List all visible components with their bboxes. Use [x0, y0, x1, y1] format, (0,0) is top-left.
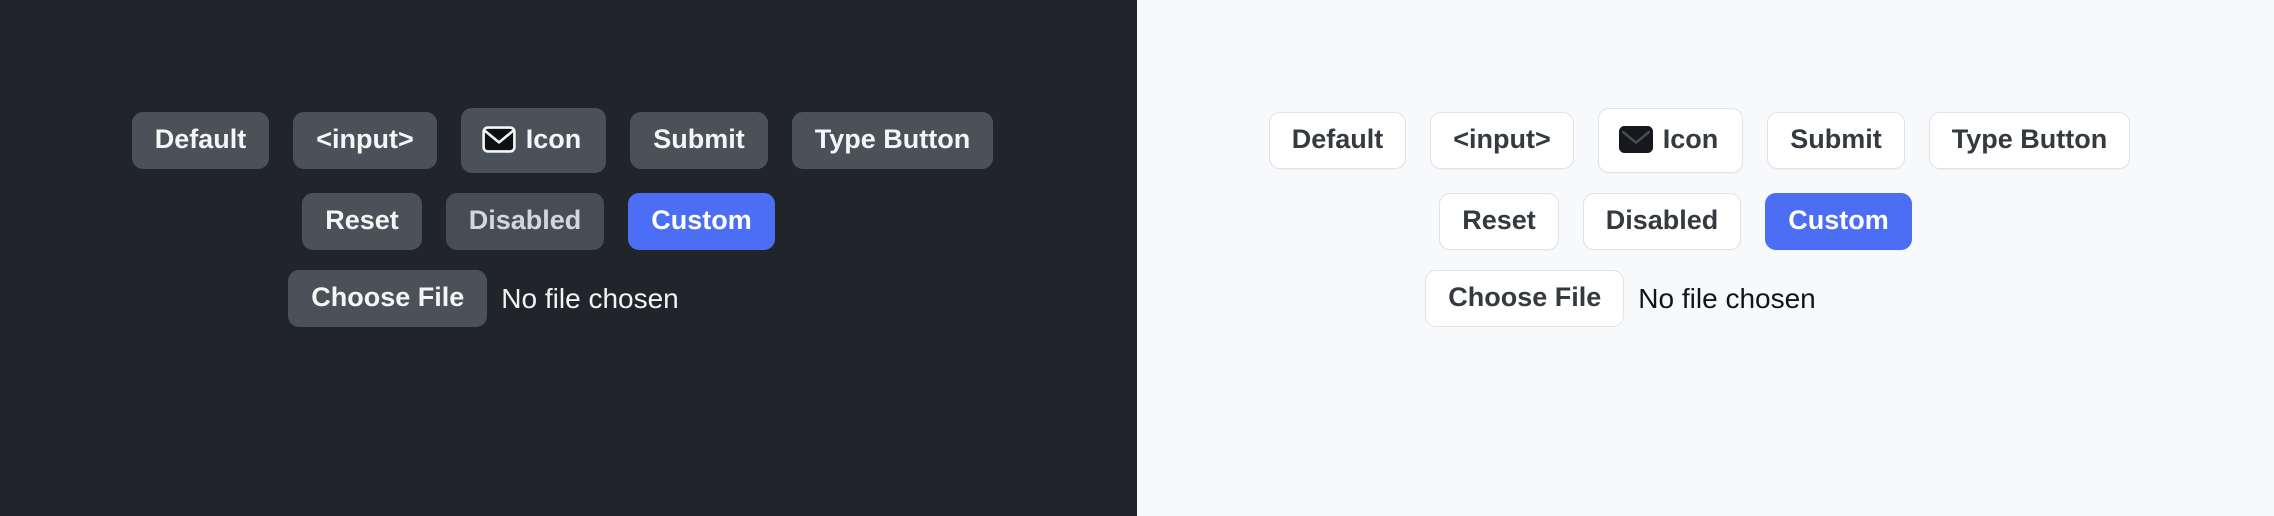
- custom-button[interactable]: Custom: [1765, 193, 1912, 250]
- type-button[interactable]: Type Button: [1928, 112, 2131, 169]
- submit-button-label: Submit: [653, 124, 745, 154]
- reset-button-label: Reset: [1462, 205, 1536, 235]
- default-button-label: Default: [1291, 124, 1384, 154]
- custom-button-label: Custom: [651, 205, 752, 235]
- custom-button[interactable]: Custom: [628, 193, 775, 250]
- light-button-rows: Default <input> Icon Submit Type Button …: [1137, 0, 2274, 347]
- light-button-row-1: Default <input> Icon Submit Type Button: [1137, 108, 2274, 173]
- choose-file-button[interactable]: Choose File: [288, 270, 488, 327]
- light-button-row-2: Reset Disabled Custom: [1137, 193, 2274, 250]
- type-button-label: Type Button: [1951, 124, 2108, 154]
- disabled-button: Disabled: [1582, 193, 1742, 250]
- icon-button-label: Icon: [525, 124, 582, 154]
- type-button[interactable]: Type Button: [791, 112, 994, 169]
- submit-button-label: Submit: [1790, 124, 1882, 154]
- light-theme-panel: Default <input> Icon Submit Type Button …: [1137, 0, 2274, 516]
- disabled-button-label: Disabled: [1605, 205, 1719, 235]
- button-showcase: Default <input> Icon Submit Type Button …: [0, 0, 2274, 516]
- file-status-text: No file chosen: [1638, 282, 1816, 314]
- custom-button-label: Custom: [1788, 205, 1889, 235]
- reset-button[interactable]: Reset: [1439, 193, 1559, 250]
- default-button-label: Default: [154, 124, 247, 154]
- icon-button[interactable]: Icon: [460, 108, 607, 173]
- dark-button-row-1: Default <input> Icon Submit Type Button: [0, 108, 1137, 173]
- light-button-row-3: Choose File No file chosen: [1137, 270, 2274, 327]
- choose-file-button[interactable]: Choose File: [1425, 270, 1625, 327]
- submit-button[interactable]: Submit: [1767, 112, 1905, 169]
- input-button-label: <input>: [316, 124, 414, 154]
- type-button-label: Type Button: [814, 124, 971, 154]
- dark-button-rows: Default <input> Icon Submit Type Button …: [0, 0, 1137, 347]
- input-button-label: <input>: [1453, 124, 1551, 154]
- envelope-icon: [482, 126, 516, 153]
- dark-button-row-2: Reset Disabled Custom: [0, 193, 1137, 250]
- input-button[interactable]: <input>: [293, 112, 437, 169]
- disabled-button-label: Disabled: [468, 205, 582, 235]
- disabled-button: Disabled: [445, 193, 605, 250]
- envelope-icon: [1618, 126, 1653, 153]
- file-input[interactable]: Choose File No file chosen: [1425, 270, 1816, 327]
- input-button[interactable]: <input>: [1430, 112, 1574, 169]
- dark-button-row-3: Choose File No file chosen: [0, 270, 1137, 327]
- dark-theme-panel: Default <input> Icon Submit Type Button …: [0, 0, 1137, 516]
- file-status-text: No file chosen: [501, 282, 679, 314]
- icon-button-label: Icon: [1662, 124, 1719, 154]
- submit-button[interactable]: Submit: [630, 112, 768, 169]
- file-input[interactable]: Choose File No file chosen: [288, 270, 679, 327]
- default-button[interactable]: Default: [131, 112, 270, 169]
- reset-button[interactable]: Reset: [302, 193, 422, 250]
- reset-button-label: Reset: [325, 205, 399, 235]
- default-button[interactable]: Default: [1268, 112, 1407, 169]
- icon-button[interactable]: Icon: [1597, 108, 1744, 173]
